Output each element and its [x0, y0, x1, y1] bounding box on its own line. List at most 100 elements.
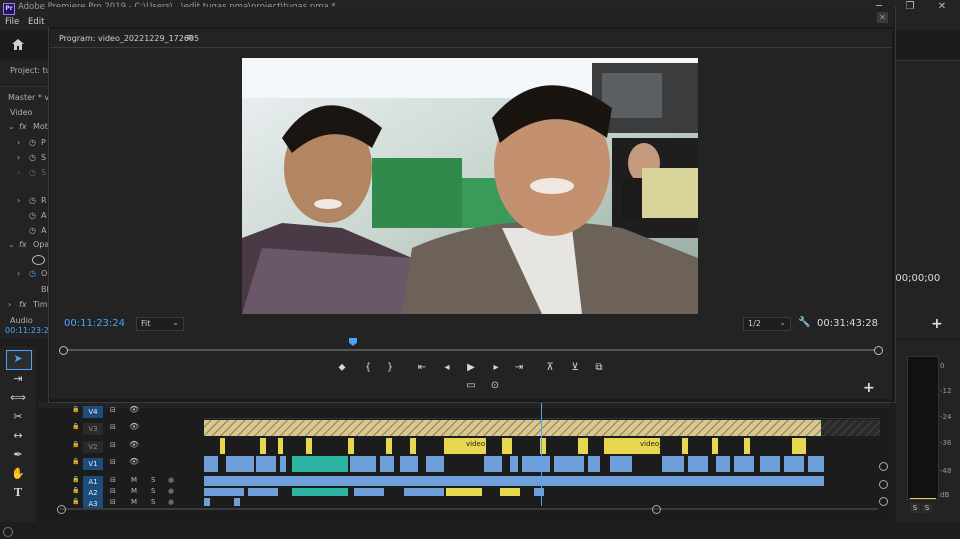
mute-button[interactable]: M: [131, 476, 137, 484]
close-icon[interactable]: ✕: [877, 12, 888, 23]
toggle-proxies-icon[interactable]: ▭: [464, 380, 478, 392]
lock-icon[interactable]: 🔒: [72, 458, 79, 465]
solo-button[interactable]: S: [151, 498, 155, 506]
stopwatch-icon[interactable]: ◷: [29, 153, 36, 162]
right-panel: ;00;00;00: [892, 60, 960, 338]
playhead-timecode[interactable]: 00:11:23:24: [64, 318, 125, 329]
solo-button[interactable]: S: [151, 487, 155, 495]
compare-view-icon[interactable]: ⧉: [592, 362, 606, 374]
track-select-tool-icon[interactable]: ⇥: [10, 372, 26, 386]
play-icon[interactable]: ▶: [464, 362, 478, 374]
maximize-button[interactable]: ❐: [903, 1, 917, 13]
chevron-right-icon[interactable]: ›: [17, 168, 20, 177]
type-tool-icon[interactable]: T: [10, 486, 26, 500]
chevron-right-icon[interactable]: ›: [17, 269, 20, 278]
vertical-scroll-handle[interactable]: [879, 497, 888, 506]
stopwatch-icon[interactable]: ◷: [29, 211, 36, 220]
lock-icon[interactable]: 🔒: [72, 498, 79, 505]
chevron-right-icon[interactable]: ›: [8, 300, 11, 309]
timeline-zoom-scrollbar[interactable]: [60, 508, 878, 510]
floating-window-header[interactable]: ✕: [48, 7, 894, 27]
track-target-v1[interactable]: V1: [83, 458, 103, 470]
mute-button[interactable]: M: [131, 498, 137, 506]
audio-section-label: Audio: [10, 316, 33, 325]
eye-icon[interactable]: 👁: [129, 440, 139, 449]
add-icon[interactable]: +: [931, 316, 943, 332]
track-target-v4[interactable]: V4: [83, 406, 103, 418]
pen-tool-icon[interactable]: ✒: [10, 448, 26, 462]
ruler-start-handle[interactable]: [59, 346, 68, 355]
lock-icon[interactable]: 🔒: [72, 406, 79, 413]
lock-icon[interactable]: 🔒: [72, 441, 79, 448]
selection-tool-icon[interactable]: ➤: [10, 352, 26, 366]
track-target-v2[interactable]: V2: [83, 441, 103, 453]
solo-left-button[interactable]: S: [910, 503, 920, 513]
slip-tool-icon[interactable]: ↔: [10, 429, 26, 443]
program-video-frame[interactable]: [242, 58, 698, 314]
ellipse-mask-icon[interactable]: [32, 255, 45, 265]
chevron-down-icon[interactable]: ⌄: [8, 240, 15, 249]
sync-lock-icon[interactable]: ⊟: [110, 487, 116, 495]
go-to-out-icon[interactable]: ⇥: [512, 362, 526, 374]
go-to-in-icon[interactable]: ⇤: [415, 362, 429, 374]
eye-icon[interactable]: 👁: [129, 457, 139, 466]
zoom-handle-left[interactable]: [57, 505, 66, 514]
program-monitor-title[interactable]: Program: video_20221229_172605: [59, 34, 199, 43]
microphone-icon[interactable]: ●: [168, 476, 174, 484]
sync-lock-icon[interactable]: ⊟: [110, 441, 116, 449]
lift-icon[interactable]: ⊼: [543, 362, 557, 374]
chevron-right-icon[interactable]: ›: [17, 138, 20, 147]
button-editor-add-icon[interactable]: +: [863, 380, 875, 396]
vertical-scroll-handle[interactable]: [879, 480, 888, 489]
sync-lock-icon[interactable]: ⊟: [110, 476, 116, 484]
stopwatch-icon[interactable]: ◷: [29, 269, 36, 278]
timeline-playhead[interactable]: [541, 402, 542, 506]
stopwatch-icon[interactable]: ◷: [29, 168, 36, 177]
eye-icon[interactable]: 👁: [129, 405, 139, 414]
sync-lock-icon[interactable]: ⊟: [110, 458, 116, 466]
add-marker-icon[interactable]: ⬥: [335, 362, 349, 374]
camera-icon[interactable]: ⊙: [488, 380, 502, 392]
chevron-right-icon[interactable]: ›: [17, 196, 20, 205]
lock-icon[interactable]: 🔒: [72, 476, 79, 483]
eye-icon[interactable]: 👁: [129, 422, 139, 431]
step-back-icon[interactable]: ◂: [440, 362, 454, 374]
playback-resolution-select[interactable]: 1/2 ⌄: [743, 317, 791, 331]
vertical-scroll-handle[interactable]: [879, 462, 888, 471]
wrench-icon[interactable]: 🔧: [798, 317, 810, 328]
sync-lock-icon[interactable]: ⊟: [110, 498, 116, 506]
mute-button[interactable]: M: [131, 487, 137, 495]
lock-icon[interactable]: 🔒: [72, 423, 79, 430]
solo-button[interactable]: S: [151, 476, 155, 484]
monitor-time-ruler[interactable]: [62, 349, 880, 351]
track-target-v3[interactable]: V3: [83, 423, 103, 435]
zoom-handle-right[interactable]: [652, 505, 661, 514]
stopwatch-icon[interactable]: ◷: [29, 138, 36, 147]
menu-edit[interactable]: Edit: [28, 17, 44, 27]
sync-lock-icon[interactable]: ⊟: [110, 423, 116, 431]
extract-icon[interactable]: ⊻: [568, 362, 582, 374]
home-icon[interactable]: [11, 38, 27, 52]
mark-in-icon[interactable]: {: [361, 362, 375, 374]
close-button[interactable]: ✕: [935, 1, 949, 13]
zoom-level-select[interactable]: Fit ⌄: [136, 317, 184, 331]
timeline-clips[interactable]: [204, 418, 880, 508]
mark-out-icon[interactable]: }: [383, 362, 397, 374]
ripple-edit-tool-icon[interactable]: ⟺: [10, 391, 26, 405]
razor-tool-icon[interactable]: ✂: [10, 410, 26, 424]
microphone-icon[interactable]: ●: [168, 498, 174, 506]
chevron-right-icon[interactable]: ›: [17, 153, 20, 162]
sync-lock-icon[interactable]: ⊟: [110, 406, 116, 414]
solo-right-button[interactable]: S: [922, 503, 932, 513]
chevron-down-icon[interactable]: ⌄: [8, 122, 15, 131]
ruler-end-handle[interactable]: [874, 346, 883, 355]
effect-controls-timecode[interactable]: 00:11:23:24: [5, 326, 54, 335]
panel-menu-icon[interactable]: ≡: [186, 33, 194, 43]
menu-file[interactable]: File: [5, 17, 19, 27]
microphone-icon[interactable]: ●: [168, 487, 174, 495]
stopwatch-icon[interactable]: ◷: [29, 226, 36, 235]
step-forward-icon[interactable]: ▸: [489, 362, 503, 374]
hand-tool-icon[interactable]: ✋: [10, 467, 26, 481]
lock-icon[interactable]: 🔒: [72, 487, 79, 494]
stopwatch-icon[interactable]: ◷: [29, 196, 36, 205]
